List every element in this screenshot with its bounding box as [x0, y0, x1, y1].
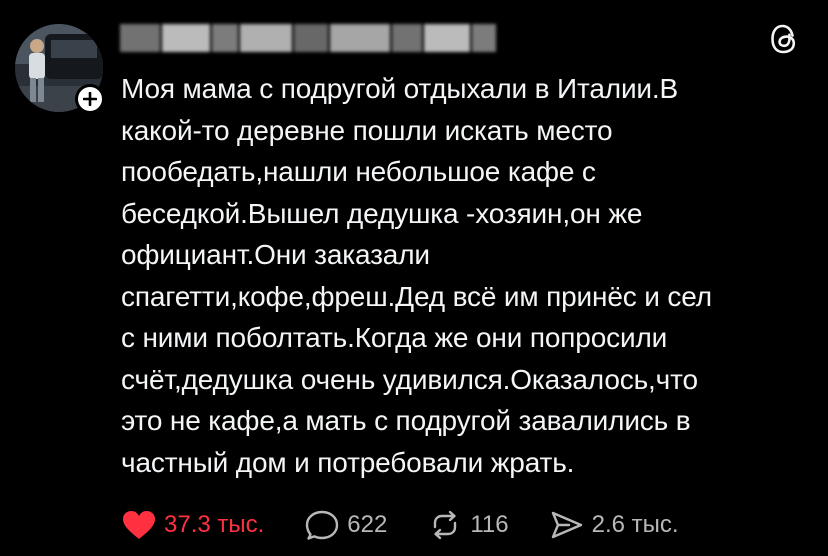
plus-icon	[83, 92, 97, 106]
repost-icon	[434, 510, 457, 540]
post-body-text: Моя мама с подругой отдыхали в Италии.В …	[121, 73, 712, 478]
like-count: 37.3 тыс.	[164, 511, 265, 538]
reply-button[interactable]: 622	[304, 509, 387, 541]
username-redacted	[120, 24, 498, 52]
repost-button[interactable]: 116	[427, 509, 509, 541]
share-send-icon	[551, 511, 582, 539]
follow-button[interactable]	[75, 84, 105, 114]
post-actions-bar: 37.3 тыс. 622 116 2.6 тыс.	[121, 505, 679, 545]
like-button[interactable]: 37.3 тыс.	[121, 509, 264, 541]
share-button[interactable]: 2.6 тыс.	[549, 509, 679, 541]
share-count: 2.6 тыс.	[591, 511, 679, 538]
repost-count: 116	[470, 511, 509, 538]
reply-bubble-icon	[306, 510, 339, 540]
heart-icon	[123, 511, 155, 539]
threads-logo-icon[interactable]	[769, 22, 799, 56]
reply-count: 622	[347, 511, 388, 538]
